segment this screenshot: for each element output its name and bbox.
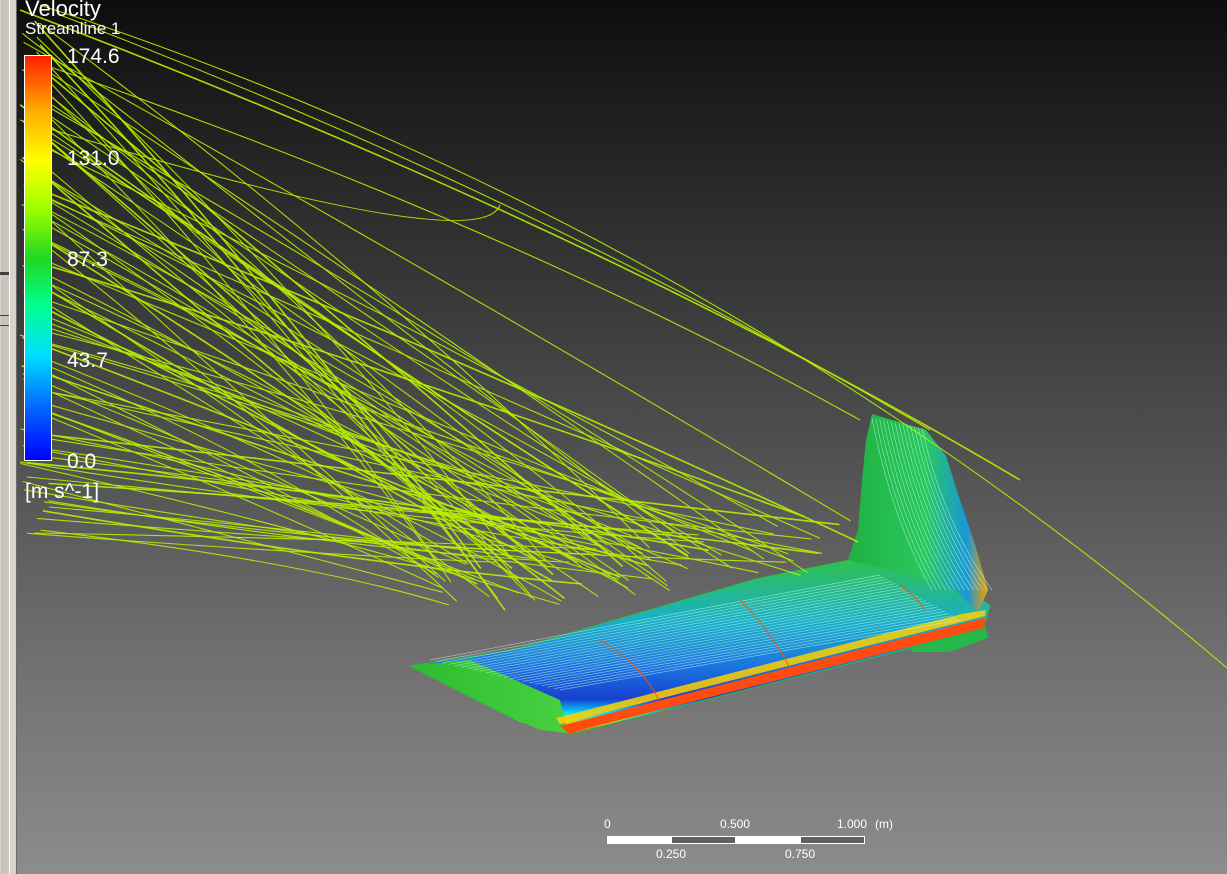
scale-bar: 0 0.500 1.000 (m) 0.250 0.750 (600, 815, 900, 865)
scale-label-0250: 0.250 (656, 847, 687, 861)
scale-segment-2 (671, 836, 736, 844)
streamline-set (19, 4, 1227, 669)
legend-color-bar (24, 55, 52, 461)
legend-tick-2: 131.0 (67, 147, 120, 170)
scene-graphics (19, 4, 1227, 735)
scale-label-0: 0 (604, 817, 611, 831)
scale-label-0750: 0.750 (785, 847, 816, 861)
wing-geometry (408, 414, 991, 735)
legend-subtitle: Streamline 1 (25, 19, 121, 38)
streamline (29, 59, 861, 421)
scale-unit: (m) (875, 817, 893, 831)
frame-splitter-handle[interactable] (0, 272, 9, 275)
legend-tick-max: 174.6 (67, 45, 120, 68)
3d-viewport[interactable]: Velocity Streamline 1 174.6 131.0 87.3 4… (0, 0, 1227, 874)
scale-segment-3 (735, 836, 801, 844)
streamline (33, 192, 821, 539)
streamline (33, 316, 643, 554)
window-left-frame (0, 0, 17, 874)
scale-segment-4 (800, 836, 865, 844)
legend-tick-4: 43.7 (67, 349, 108, 372)
scale-segment-1 (607, 836, 672, 844)
streamline (39, 4, 1227, 669)
legend-unit: [m s^-1] (25, 480, 100, 503)
legend-tick-min: 0.0 (67, 450, 97, 473)
streamline (27, 94, 809, 574)
frame-inner-edge (1, 0, 10, 874)
frame-resize-handle[interactable] (0, 315, 9, 326)
legend-tick-3: 87.3 (67, 248, 108, 271)
streamline (33, 388, 774, 535)
scale-label-0500: 0.500 (720, 817, 751, 831)
streamline (44, 223, 582, 568)
streamline (37, 64, 765, 560)
scale-label-1000: 1.000 (837, 817, 868, 831)
